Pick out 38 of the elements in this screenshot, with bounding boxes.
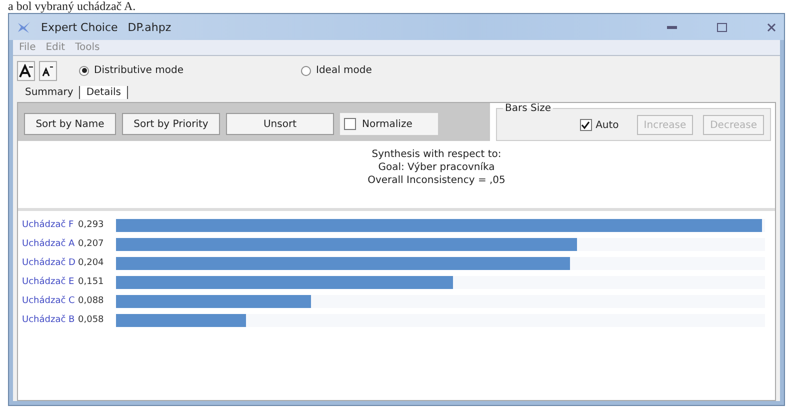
radio-button[interactable]	[79, 66, 89, 76]
file-name: DP.ahpz	[128, 20, 172, 34]
sort-button[interactable]: Sort by Name	[24, 113, 116, 135]
minimize-icon[interactable]	[667, 26, 677, 28]
tab[interactable]: Details	[80, 86, 128, 98]
alternative-name: Uchádzač E	[22, 277, 76, 287]
alternative-name: Uchádzač C	[22, 296, 76, 306]
radio-label: Ideal mode	[316, 65, 372, 76]
decrease-font-button[interactable]	[39, 60, 57, 80]
sort-button[interactable]: Sort by Priority	[122, 113, 220, 135]
priority-value: 0,207	[78, 239, 105, 249]
priority-value: 0,151	[78, 277, 105, 287]
maximize-icon[interactable]	[717, 22, 727, 32]
priority-value: 0,088	[78, 296, 105, 306]
alternative-name: Uchádzač B	[22, 315, 76, 325]
increase-font-button[interactable]	[17, 60, 35, 80]
small-a-icon	[42, 64, 54, 76]
radio-label: Distributive mode	[94, 65, 184, 76]
priority-value: 0,058	[78, 315, 105, 325]
auto-checkbox[interactable]: Auto	[580, 119, 619, 131]
synthesis-text: Goal: Výber pracovníka	[378, 162, 495, 173]
alternative-name: Uchádzač D	[22, 258, 76, 268]
sort-button[interactable]: Unsort	[226, 113, 334, 135]
group-title: Bars Size	[504, 103, 552, 114]
app-logo-icon	[17, 20, 31, 34]
synthesis-text: Synthesis with respect to:	[372, 149, 502, 160]
radio-button[interactable]	[301, 66, 311, 76]
normalize-checkbox[interactable]: Normalize	[340, 113, 438, 135]
priority-value: 0,293	[78, 220, 105, 230]
document-text: a bol vybraný uchádzač A.	[8, 0, 136, 13]
alternative-name: Uchádzač F	[22, 220, 75, 230]
synthesis-text: Overall Inconsistency = ,05	[368, 175, 506, 186]
window-title: Expert Choice	[41, 20, 118, 34]
close-icon[interactable]	[767, 22, 776, 32]
alternative-name: Uchádzač A	[22, 239, 76, 249]
large-a-icon	[19, 64, 33, 78]
check-icon	[581, 120, 590, 130]
priority-value: 0,204	[78, 258, 105, 268]
